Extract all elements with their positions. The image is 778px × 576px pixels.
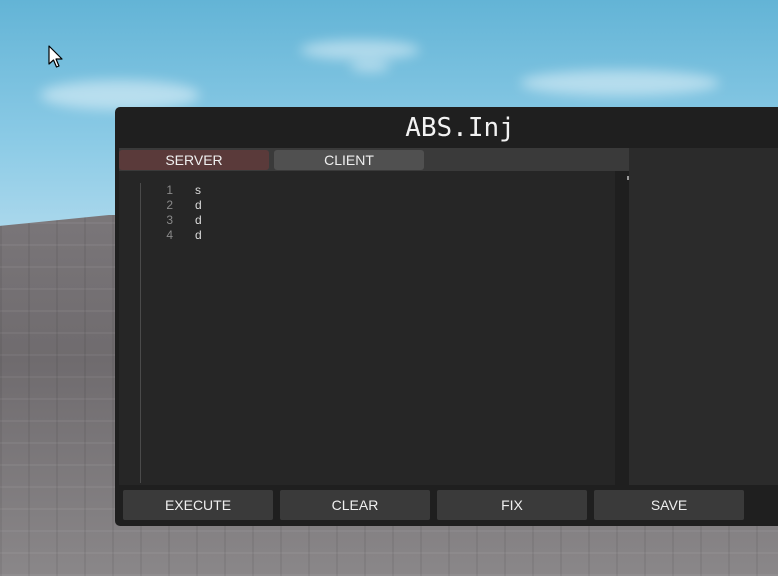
code-line: 4 d: [119, 228, 599, 243]
line-text: d: [195, 198, 202, 212]
executor-window: ABS.Inj SERVER CLIENT 1 s 2 d 3 d 4 d EX…: [115, 107, 778, 526]
line-number: 1: [166, 183, 173, 197]
line-text: d: [195, 228, 202, 242]
cloud: [40, 80, 200, 110]
fix-button[interactable]: FIX: [437, 490, 587, 520]
cloud: [520, 70, 720, 96]
line-number: 3: [166, 213, 173, 227]
code-editor[interactable]: 1 s 2 d 3 d 4 d: [119, 171, 615, 485]
line-number: 2: [166, 198, 173, 212]
code-line: 3 d: [119, 213, 599, 228]
tab-bar: SERVER CLIENT: [119, 148, 629, 171]
window-title: ABS.Inj: [405, 113, 515, 143]
code-line: 1 s: [119, 183, 599, 198]
save-button[interactable]: SAVE: [594, 490, 744, 520]
tab-server[interactable]: SERVER: [119, 150, 269, 170]
cloud: [350, 60, 390, 72]
execute-button[interactable]: EXECUTE: [123, 490, 273, 520]
side-panel[interactable]: [629, 148, 778, 485]
code-line: 2 d: [119, 198, 599, 213]
line-number: 4: [166, 228, 173, 242]
clear-button[interactable]: CLEAR: [280, 490, 430, 520]
line-text: d: [195, 213, 202, 227]
cloud: [300, 40, 420, 60]
mouse-cursor-icon: [48, 45, 63, 68]
line-text: s: [195, 183, 201, 197]
tab-client[interactable]: CLIENT: [274, 150, 424, 170]
scrollbar-thumb[interactable]: [627, 176, 629, 180]
